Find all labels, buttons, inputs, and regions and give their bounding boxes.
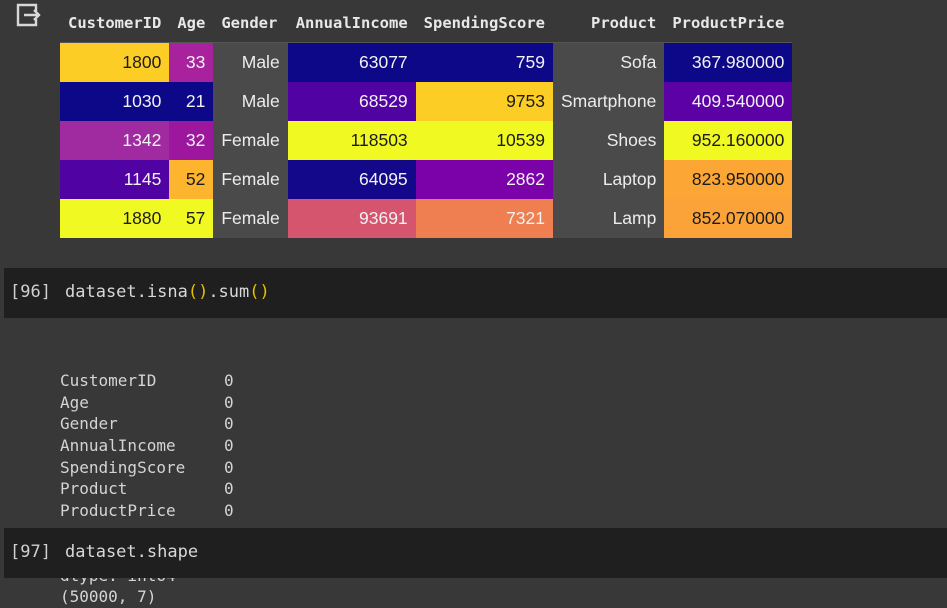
table-cell-age: 52 [169,160,214,199]
table-cell-spendingscore: 7321 [415,199,553,238]
series-index: Gender [60,414,118,434]
table-cell-productprice: 823.950000 [664,160,793,199]
table-cell-product: Lamp [553,199,665,238]
table-cell-productprice: 367.980000 [664,42,793,82]
series-value: 0 [224,392,234,412]
table-cell-age: 21 [169,82,214,121]
table-row: 1030 21 Male 68529 9753 Smartphone 409.540000 [60,82,793,121]
shape-output: (50000, 7) [60,587,157,606]
table-cell-gender: Female [213,121,288,160]
table-cell-age: 57 [169,199,214,238]
series-index: SpendingScore [60,457,186,477]
code-token: .sum [208,282,250,302]
table-cell-annualincome: 68529 [287,82,416,121]
series-row: Product 0 [60,478,234,500]
code-text[interactable]: dataset.shape [65,542,198,562]
table-cell-customerid: 1030 [60,82,170,121]
table-cell-customerid: 1342 [60,121,170,160]
output-exit-icon[interactable] [14,2,42,28]
table-cell-customerid: 1800 [60,42,170,82]
code-paren: () [187,282,209,302]
series-row: AnnualIncome 0 [60,435,234,457]
col-header-spendingscore: SpendingScore [423,14,545,32]
table-cell-product: Laptop [553,160,665,199]
table-cell-product: Smartphone [553,82,665,121]
table-cell-product: Shoes [553,121,665,160]
series-row: ProductPrice 0 [60,500,234,522]
table-cell-productprice: 409.540000 [664,82,793,121]
code-paren: () [249,282,270,302]
table-cell-spendingscore: 759 [415,42,553,82]
series-value: 0 [224,457,234,477]
table-cell-age: 33 [169,42,214,82]
table-row: 1342 32 Female 118503 10539 Shoes 952.160000 [60,121,793,160]
code-token: dataset.isna [65,282,188,302]
series-index: ProductPrice [60,500,176,520]
col-header-product: Product [591,14,657,32]
series-row: Gender 0 [60,413,234,435]
table-row: 1800 33 Male 63077 759 Sofa 367.980000 [60,42,793,82]
table-row: 1145 52 Female 64095 2862 Laptop 823.950000 [60,160,793,199]
col-header-annualincome: AnnualIncome [295,14,408,32]
col-header-productprice: ProductPrice [672,14,785,32]
series-value: 0 [224,500,234,520]
table-cell-customerid: 1880 [60,199,170,238]
table-cell-gender: Female [213,199,288,238]
series-index: AnnualIncome [60,435,176,455]
col-header-gender: Gender [221,14,278,32]
table-cell-productprice: 852.070000 [664,199,793,238]
series-row: Age 0 [60,392,234,414]
table-cell-spendingscore: 2862 [415,160,553,199]
series-index: Age [60,392,89,412]
series-row: SpendingScore 0 [60,457,234,479]
table-cell-productprice: 952.160000 [664,121,793,160]
series-value: 0 [224,479,234,499]
table-row: 1880 57 Female 93691 7321 Lamp 852.070000 [60,199,793,238]
cell-prompt: [97] [10,542,51,562]
series-value: 0 [224,371,234,391]
table-cell-annualincome: 64095 [287,160,416,199]
table-cell-annualincome: 63077 [287,42,416,82]
cell-prompt: [96] [10,282,51,302]
table-cell-gender: Male [213,42,288,82]
table-cell-gender: Female [213,160,288,199]
table-cell-spendingscore: 9753 [415,82,553,121]
col-header-age: Age [177,14,206,32]
table-cell-product: Sofa [553,42,665,82]
series-value: 0 [224,435,234,455]
code-cell-shape[interactable]: [97] dataset.shape [4,528,947,578]
code-text[interactable]: dataset.isna().sum() [65,282,270,302]
code-cell-isna[interactable]: [96] dataset.isna().sum() [4,268,947,318]
table-header-row: CustomerID Age Gender AnnualIncome Spend… [60,4,792,43]
series-index: CustomerID [60,371,157,391]
col-header-customerid: CustomerID [68,14,162,32]
table-cell-gender: Male [213,82,288,121]
series-value: 0 [224,414,234,434]
dataframe-table: CustomerID Age Gender AnnualIncome Spend… [60,4,793,238]
table-cell-annualincome: 118503 [287,121,416,160]
table-cell-customerid: 1145 [60,160,170,199]
table-cell-annualincome: 93691 [287,199,416,238]
series-row: CustomerID 0 [60,370,234,392]
table-cell-spendingscore: 10539 [415,121,553,160]
table-cell-age: 32 [169,121,214,160]
series-index: Product [60,479,128,499]
